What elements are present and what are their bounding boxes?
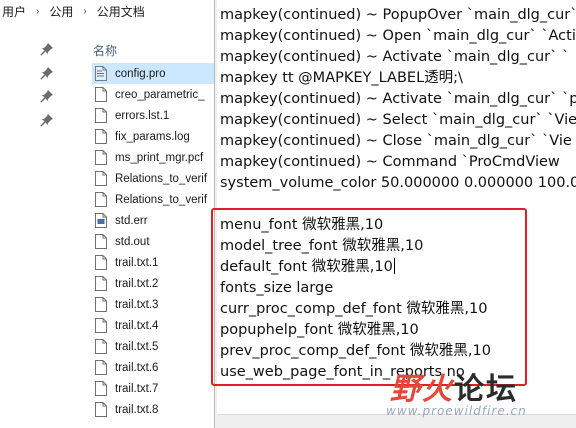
file-list-item[interactable]: ms_print_mgr.pcf xyxy=(95,147,214,168)
watermark-text-part1: 野火 xyxy=(390,372,454,407)
config-file-icon xyxy=(95,66,107,81)
file-name-label: fix_params.log xyxy=(115,130,190,143)
text-file-icon xyxy=(95,402,107,417)
file-list-item[interactable]: errors.lst.1 xyxy=(95,105,214,126)
editor-line: mapkey tt @MAPKEY_LABEL透明;\ xyxy=(220,68,463,88)
editor-line: mapkey(continued) ~ Activate `main_dlg_c… xyxy=(220,47,569,67)
watermark-url: www.proewildfire.cn xyxy=(386,404,527,418)
editor-line-text: mapkey(continued) ~ Open `main_dlg_cur` … xyxy=(220,28,576,44)
text-file-icon xyxy=(95,276,107,291)
text-file-icon xyxy=(95,234,107,249)
chevron-right-icon[interactable]: › xyxy=(75,6,94,17)
file-list-item[interactable]: trail.txt.3 xyxy=(95,294,214,315)
editor-line: mapkey(continued) ~ Command `ProCmdView xyxy=(220,152,560,172)
file-name-label: errors.lst.1 xyxy=(115,109,170,122)
system-file-icon xyxy=(95,213,107,228)
text-file-icon xyxy=(95,318,107,333)
text-file-icon xyxy=(95,192,107,207)
file-list-item[interactable]: trail.txt.5 xyxy=(95,336,214,357)
watermark-logo: 野火论坛 xyxy=(390,364,518,408)
text-file-icon xyxy=(95,255,107,270)
breadcrumb-item-public-documents[interactable]: 公用文档 xyxy=(95,3,147,20)
watermark-text-part2: 论坛 xyxy=(454,372,518,407)
file-list-item[interactable]: trail.txt.1 xyxy=(95,252,214,273)
file-list-item[interactable]: trail.txt.6 xyxy=(95,357,214,378)
file-name-label: trail.txt.1 xyxy=(115,256,159,269)
editor-line: mapkey(continued) ~ Open `main_dlg_cur` … xyxy=(220,26,576,46)
file-list-item[interactable]: config.pro xyxy=(92,63,214,84)
breadcrumb-item-users[interactable]: 用户 xyxy=(0,3,28,20)
file-list-item[interactable]: creo_parametric_ xyxy=(95,84,214,105)
pin-icon[interactable] xyxy=(40,113,54,127)
editor-line-text: mapkey(continued) ~ Activate `main_dlg_c… xyxy=(220,91,576,107)
highlight-annotation-box xyxy=(211,208,527,386)
editor-line: mapkey(continued) ~ PopupOver `main_dlg_… xyxy=(220,5,576,25)
editor-line-text: mapkey(continued) ~ PopupOver `main_dlg_… xyxy=(220,7,576,23)
file-name-label: std.err xyxy=(115,214,148,227)
editor-line-text: mapkey(continued) ~ Select `main_dlg_cur… xyxy=(220,112,576,128)
file-name-label: trail.txt.6 xyxy=(115,361,159,374)
file-name-label: config.pro xyxy=(115,67,166,80)
editor-line-text: mapkey(continued) ~ Command `ProCmdView xyxy=(220,154,560,170)
editor-line-text: system_volume_color 50.000000 0.000000 1… xyxy=(220,175,576,191)
text-file-icon xyxy=(95,87,107,102)
editor-line-text: mapkey(continued) ~ Close `main_dlg_cur`… xyxy=(220,133,572,149)
file-name-label: trail.txt.8 xyxy=(115,403,159,416)
file-name-label: trail.txt.7 xyxy=(115,382,159,395)
file-name-label: std.out xyxy=(115,235,150,248)
chevron-right-icon[interactable]: › xyxy=(28,6,47,17)
file-list-item[interactable]: std.err xyxy=(95,210,214,231)
file-name-label: trail.txt.2 xyxy=(115,277,159,290)
text-file-icon xyxy=(95,297,107,312)
pin-icon[interactable] xyxy=(40,66,54,80)
file-explorer: 用户 › 公用 › 公用文档 名称 config.pro creo_paramet… xyxy=(0,0,214,428)
file-name-label: ms_print_mgr.pcf xyxy=(115,151,204,164)
editor-line: mapkey(continued) ~ Select `main_dlg_cur… xyxy=(220,110,576,130)
editor-line-text: mapkey(continued) ~ Activate `main_dlg_c… xyxy=(220,49,570,65)
text-file-icon xyxy=(95,171,107,186)
text-file-icon xyxy=(95,150,107,165)
file-name-label: creo_parametric_ xyxy=(115,88,205,101)
file-list-item[interactable]: fix_params.log xyxy=(95,126,214,147)
text-file-icon xyxy=(95,108,107,123)
file-name-label: Relations_to_verif xyxy=(115,172,208,185)
file-list-item[interactable]: trail.txt.2 xyxy=(95,273,214,294)
editor-line: system_volume_color 50.000000 0.000000 1… xyxy=(220,173,576,193)
file-name-label: trail.txt.4 xyxy=(115,319,159,332)
pin-icon[interactable] xyxy=(40,42,54,56)
text-file-icon xyxy=(95,360,107,375)
text-file-icon xyxy=(95,339,107,354)
breadcrumb: 用户 › 公用 › 公用文档 xyxy=(0,0,214,22)
file-list-item[interactable]: trail.txt.8 xyxy=(95,399,214,420)
text-file-icon xyxy=(95,381,107,396)
text-file-icon xyxy=(95,129,107,144)
name-column-header[interactable]: 名称 xyxy=(93,42,117,59)
editor-line: mapkey(continued) ~ Close `main_dlg_cur`… xyxy=(220,131,572,151)
file-name-label: Relations_to_verif xyxy=(115,193,208,206)
editor-line-text: mapkey tt @MAPKEY_LABEL透明;\ xyxy=(220,70,463,86)
file-list-item[interactable]: trail.txt.4 xyxy=(95,315,214,336)
file-list-item[interactable]: Relations_to_verif xyxy=(95,189,214,210)
file-name-label: trail.txt.5 xyxy=(115,340,159,353)
file-name-label: trail.txt.3 xyxy=(115,298,159,311)
file-list-item[interactable]: std.out xyxy=(95,231,214,252)
file-list-item[interactable]: trail.txt.7 xyxy=(95,378,214,399)
breadcrumb-item-public[interactable]: 公用 xyxy=(47,3,75,20)
pin-icon[interactable] xyxy=(40,89,54,103)
file-list-item[interactable]: Relations_to_verif xyxy=(95,168,214,189)
editor-line: mapkey(continued) ~ Activate `main_dlg_c… xyxy=(220,89,576,109)
